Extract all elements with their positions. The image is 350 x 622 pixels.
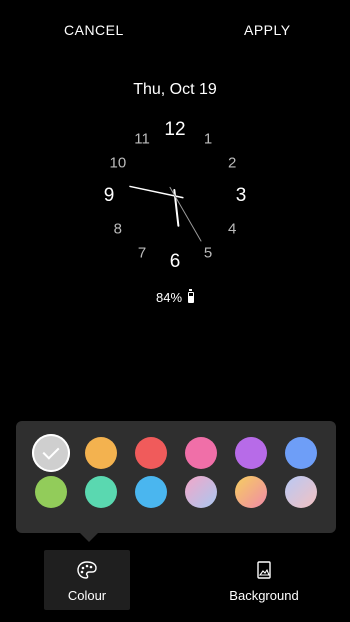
colour-swatch-gradient-orange-pink[interactable]	[235, 476, 267, 508]
colour-swatch-red[interactable]	[135, 437, 167, 469]
check-icon	[42, 442, 60, 460]
colour-swatch-gradient-blue-pink[interactable]	[285, 476, 317, 508]
colour-swatch-green[interactable]	[35, 476, 67, 508]
top-bar: CANCEL APPLY	[0, 0, 350, 62]
cancel-button[interactable]: CANCEL	[64, 22, 124, 38]
tab-colour[interactable]: Colour	[44, 550, 130, 610]
battery-status: 84%	[0, 289, 350, 305]
clock-numeral-12: 12	[164, 119, 186, 140]
colour-palette	[16, 421, 336, 542]
colour-swatch-blue[interactable]	[285, 437, 317, 469]
clock-numeral-9: 9	[103, 185, 115, 206]
colour-swatch-sky[interactable]	[135, 476, 167, 508]
clock-numeral-4: 4	[227, 220, 237, 238]
clock-numeral-1: 1	[203, 130, 213, 148]
battery-icon	[188, 289, 195, 303]
colour-swatch-purple[interactable]	[235, 437, 267, 469]
colour-swatch-orange[interactable]	[85, 437, 117, 469]
clock-numeral-8: 8	[113, 220, 122, 238]
clock-numeral-11: 11	[134, 130, 150, 148]
tab-background-label: Background	[229, 588, 299, 603]
analog-clock: 12 1 2 3 4 5 6 7 8 9 10 11	[95, 116, 255, 276]
colour-swatch-white[interactable]	[32, 434, 70, 472]
palette-icon	[77, 561, 97, 579]
colour-swatch-gradient-pink-blue[interactable]	[185, 476, 217, 508]
apply-button[interactable]: APPLY	[244, 22, 291, 38]
clock-numeral-5: 5	[203, 244, 213, 262]
battery-percent: 84%	[155, 290, 183, 305]
clock-numeral-3: 3	[235, 185, 247, 206]
colour-swatch-pink[interactable]	[185, 437, 217, 469]
image-icon	[257, 561, 271, 579]
clock-numeral-6: 6	[169, 251, 181, 272]
clock-numeral-10: 10	[109, 154, 127, 172]
second-hand	[169, 186, 202, 242]
clock-numeral-2: 2	[227, 154, 237, 172]
bottom-bar: Colour Background	[0, 546, 350, 622]
date-text: Thu, Oct 19	[133, 81, 217, 98]
tab-background[interactable]: Background	[216, 550, 312, 610]
tab-colour-label: Colour	[67, 588, 107, 603]
colour-swatch-teal[interactable]	[85, 476, 117, 508]
clock-numeral-7: 7	[137, 244, 147, 262]
